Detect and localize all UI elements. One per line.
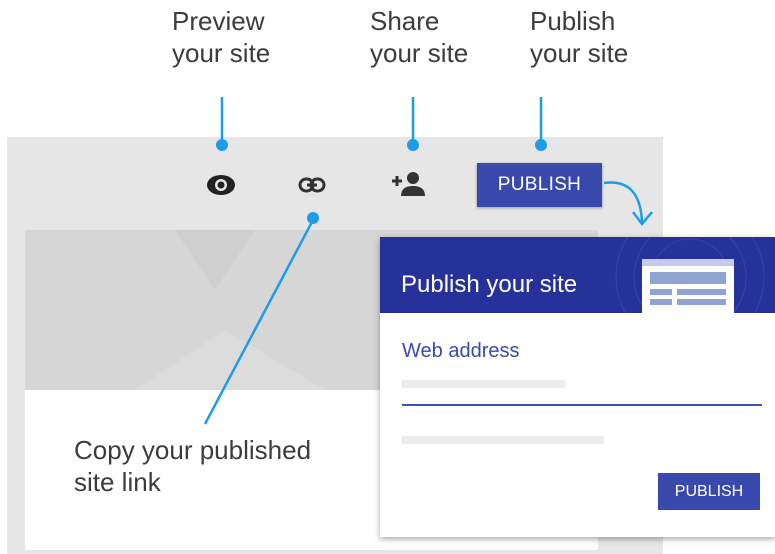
- copy-link-callout-text: Copy your published site link: [74, 435, 312, 497]
- share-callout-text: Share your site: [370, 6, 469, 68]
- preview-callout-dot: [216, 139, 228, 151]
- copy-link-callout-dot: [307, 212, 319, 224]
- publish-callout-dot: [535, 139, 547, 151]
- copy-link-callout-line: [203, 219, 315, 425]
- share-callout-dot: [407, 139, 419, 151]
- publish-callout-text: Publish your site: [530, 6, 629, 68]
- preview-callout-text: Preview your site: [172, 6, 271, 68]
